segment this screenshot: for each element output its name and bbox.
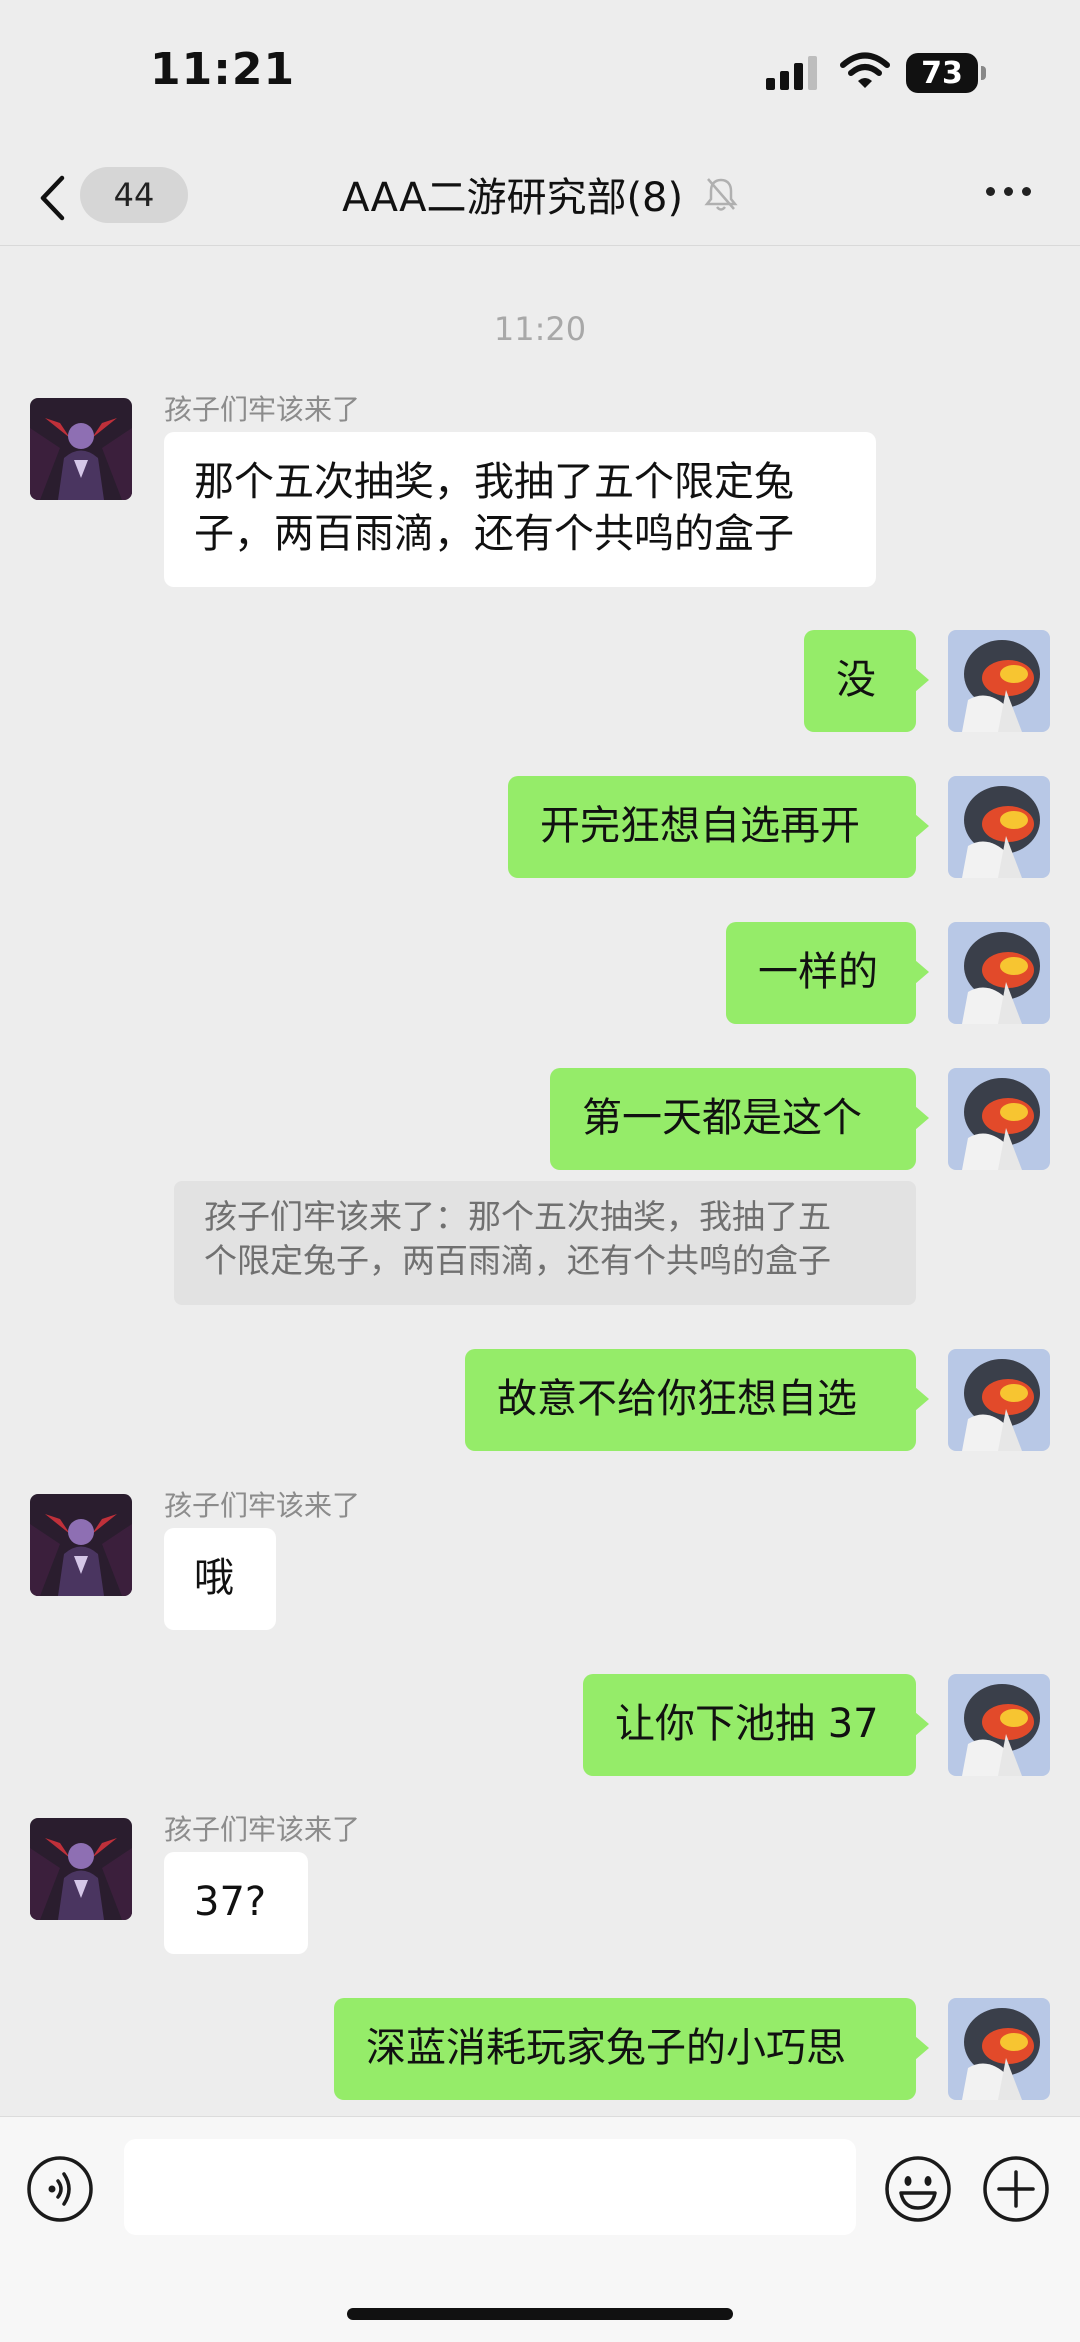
message-bubble-sent[interactable]: 开完狂想自选再开	[508, 776, 929, 878]
more-options-icon[interactable]	[984, 183, 1034, 199]
mute-bell-icon	[704, 178, 738, 211]
sender-name: 孩子们牢该来了	[164, 1813, 361, 1846]
status-bar: 11:21 73	[0, 0, 1080, 145]
message-text: 哦	[194, 1555, 234, 1601]
message-input[interactable]	[124, 2139, 856, 2235]
message-bubble-received[interactable]: 37?	[164, 1852, 308, 1954]
my-avatar[interactable]	[948, 776, 1050, 878]
message-text: 让你下池抽 37	[615, 1701, 879, 1747]
my-avatar[interactable]	[948, 922, 1050, 1024]
message-text-line: 那个五次抽奖，我抽了五个限定兔	[194, 459, 794, 505]
emoji-icon[interactable]	[884, 2155, 952, 2223]
message-bubble-sent[interactable]: 没	[804, 630, 929, 732]
my-avatar[interactable]	[948, 1068, 1050, 1170]
battery-level: 73	[921, 56, 963, 91]
dark-character-avatar-image	[30, 1818, 132, 1920]
message-bubble-sent[interactable]: 让你下池抽 37	[583, 1674, 929, 1776]
status-time: 11:21	[150, 44, 296, 95]
message-text: 一样的	[758, 949, 878, 995]
message-text-line: 子，两百雨滴，还有个共鸣的盒子	[194, 511, 794, 557]
message-bubble-received[interactable]: 那个五次抽奖，我抽了五个限定兔 子，两百雨滴，还有个共鸣的盒子	[164, 432, 876, 587]
sender-avatar[interactable]	[30, 398, 132, 500]
message-bubble-sent[interactable]: 一样的	[726, 922, 929, 1024]
dark-character-avatar-image	[30, 398, 132, 500]
plus-circle-icon[interactable]	[982, 2155, 1050, 2223]
goggles-selfie-avatar-image	[948, 1349, 1050, 1451]
sender-avatar[interactable]	[30, 1494, 132, 1596]
chat-title-container: AAA二游研究部(8)	[0, 165, 1080, 223]
dark-character-avatar-image	[30, 1494, 132, 1596]
my-avatar[interactable]	[948, 1998, 1050, 2100]
battery-icon: 73	[906, 53, 986, 93]
goggles-selfie-avatar-image	[948, 1998, 1050, 2100]
my-avatar[interactable]	[948, 630, 1050, 732]
message-bubble-sent[interactable]: 深蓝消耗玩家兔子的小巧思	[334, 1998, 929, 2100]
message-text: 故意不给你狂想自选	[497, 1376, 857, 1422]
message-text: 第一天都是这个	[582, 1095, 862, 1141]
chat-header: 44 AAA二游研究部(8)	[0, 145, 1080, 246]
message-bubble-sent[interactable]: 故意不给你狂想自选	[465, 1349, 929, 1451]
quote-text-line: 个限定兔子，两百雨滴，还有个共鸣的盒子	[204, 1241, 831, 1280]
goggles-selfie-avatar-image	[948, 630, 1050, 732]
home-indicator	[347, 2308, 733, 2320]
message-text: 没	[836, 657, 876, 703]
goggles-selfie-avatar-image	[948, 1674, 1050, 1776]
goggles-selfie-avatar-image	[948, 776, 1050, 878]
message-bubble-sent[interactable]: 第一天都是这个	[550, 1068, 929, 1170]
chat-title: AAA二游研究部(8)	[342, 175, 684, 221]
message-text: 37?	[194, 1879, 267, 1925]
goggles-selfie-avatar-image	[948, 922, 1050, 1024]
message-text: 深蓝消耗玩家兔子的小巧思	[366, 2025, 846, 2071]
message-text: 开完狂想自选再开	[540, 803, 860, 849]
voice-input-icon[interactable]	[26, 2155, 94, 2223]
quote-text-line: 孩子们牢该来了：那个五次抽奖，我抽了五	[204, 1197, 831, 1236]
quoted-message[interactable]: 孩子们牢该来了：那个五次抽奖，我抽了五 个限定兔子，两百雨滴，还有个共鸣的盒子	[174, 1181, 916, 1305]
my-avatar[interactable]	[948, 1674, 1050, 1776]
goggles-selfie-avatar-image	[948, 1068, 1050, 1170]
sender-name: 孩子们牢该来了	[164, 393, 361, 426]
message-bubble-received[interactable]: 哦	[164, 1528, 276, 1630]
signal-icon	[766, 56, 817, 90]
wifi-icon	[840, 52, 890, 88]
sender-avatar[interactable]	[30, 1818, 132, 1920]
my-avatar[interactable]	[948, 1349, 1050, 1451]
sender-name: 孩子们牢该来了	[164, 1489, 361, 1522]
message-timestamp: 11:20	[493, 310, 587, 348]
